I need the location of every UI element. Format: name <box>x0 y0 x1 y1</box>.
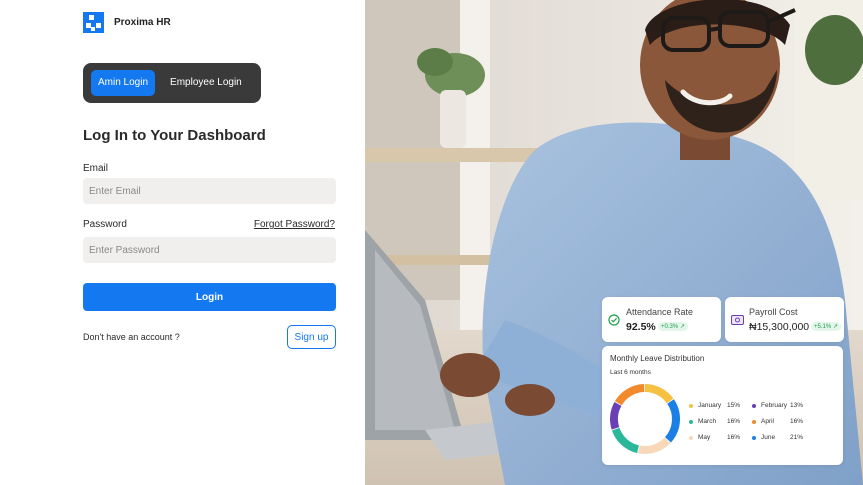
trend-up-icon: ↗ <box>678 324 685 330</box>
brand-name: Proxima HR <box>114 17 171 28</box>
legend-item-june: June 21% <box>752 434 803 441</box>
legend-label: January <box>698 402 722 409</box>
hero-image-panel: Attendance Rate 92.5% +0.3% ↗ Payroll Co… <box>365 0 863 485</box>
legend-dot <box>689 435 693 440</box>
password-label: Password <box>83 219 127 230</box>
login-type-toggle: Amin Login Employee Login <box>83 63 261 103</box>
payroll-change-text: +5.1% <box>814 324 832 330</box>
check-circle-icon <box>608 314 620 326</box>
cash-icon <box>731 315 744 325</box>
forgot-password-link[interactable]: Forgot Password? <box>254 219 335 230</box>
leave-chart-subtitle: Last 6 months <box>610 369 651 376</box>
attendance-rate-card: Attendance Rate 92.5% +0.3% ↗ <box>602 297 721 342</box>
legend-label: June <box>761 434 776 441</box>
legend-label: February <box>761 402 788 409</box>
legend-value: 16% <box>727 434 741 441</box>
trend-up-icon: ↗ <box>831 324 838 330</box>
legend-dot <box>689 403 693 408</box>
legend-item-january: January 15% <box>689 402 740 409</box>
attendance-rate-title: Attendance Rate <box>626 307 694 317</box>
legend-value: 15% <box>727 402 741 409</box>
attendance-change-badge: +0.3% ↗ <box>658 322 688 331</box>
legend-item-april: April 16% <box>752 418 803 425</box>
admin-login-tab[interactable]: Amin Login <box>91 70 156 96</box>
legend-value: 13% <box>790 402 804 409</box>
page-title: Log In to Your Dashboard <box>83 127 266 144</box>
donut-slice-may <box>638 437 671 454</box>
payroll-cost-card: Payroll Cost ₦15,300,000 +5.1% ↗ <box>725 297 844 342</box>
legend-dot <box>752 419 756 424</box>
legend-dot <box>689 419 693 424</box>
legend-item-february: February 13% <box>752 402 803 409</box>
leave-chart-title: Monthly Leave Distribution <box>610 354 705 363</box>
legend-dot <box>752 435 756 440</box>
legend-value: 21% <box>790 434 804 441</box>
email-field[interactable] <box>83 178 336 204</box>
employee-login-tab[interactable]: Employee Login <box>163 70 249 96</box>
email-label: Email <box>83 163 109 174</box>
donut-slice-january <box>644 384 674 404</box>
legend-value: 16% <box>727 418 741 425</box>
donut-slice-june <box>664 399 680 443</box>
no-account-text: Don't have an account ? <box>83 332 180 342</box>
legend-item-may: May 16% <box>689 434 740 441</box>
login-button[interactable]: Login <box>83 283 336 311</box>
legend-label: May <box>698 434 711 441</box>
donut-slice-march <box>611 427 640 454</box>
attendance-change-text: +0.3% <box>661 324 679 330</box>
proxima-logo-icon <box>83 12 104 33</box>
brand: Proxima HR <box>83 12 171 33</box>
donut-slice-february <box>610 401 622 430</box>
leave-donut-chart <box>610 384 680 454</box>
legend-label: March <box>698 418 717 425</box>
legend-value: 16% <box>790 418 804 425</box>
password-field[interactable] <box>83 237 336 263</box>
legend-label: April <box>761 418 775 425</box>
payroll-cost-title: Payroll Cost <box>749 307 798 317</box>
donut-slice-april <box>614 384 645 406</box>
payroll-change-badge: +5.1% ↗ <box>811 322 841 331</box>
attendance-rate-value: 92.5% <box>626 321 656 333</box>
sign-up-button[interactable]: Sign up <box>287 325 336 349</box>
legend-item-march: March 16% <box>689 418 740 425</box>
monthly-leave-distribution-card: Monthly Leave Distribution Last 6 months… <box>602 346 843 465</box>
legend-dot <box>752 403 756 408</box>
login-panel: Proxima HR Amin Login Employee Login Log… <box>0 0 365 485</box>
payroll-cost-value: ₦15,300,000 <box>749 321 810 333</box>
